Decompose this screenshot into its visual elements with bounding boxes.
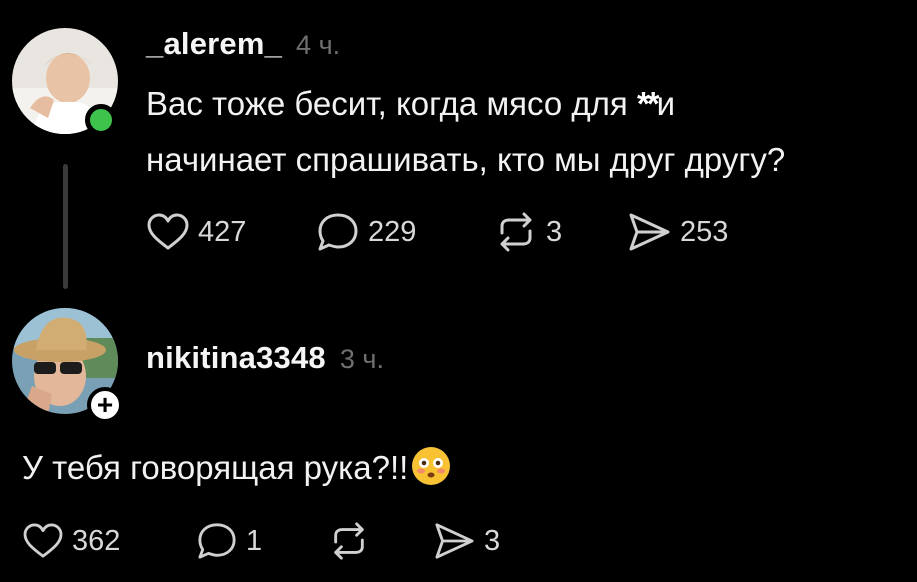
timestamp: 3 ч. xyxy=(339,344,384,374)
comment-text-line1: Вас тоже бесит, когда мясо для **и xyxy=(146,85,676,122)
share-count: 253 xyxy=(680,215,729,248)
flushed-face-emoji xyxy=(412,447,451,485)
comment-text: Вас тоже бесит, когда мясо для **и начин… xyxy=(146,76,911,188)
send-icon xyxy=(435,523,474,559)
timestamp: 4 ч. xyxy=(296,30,341,60)
repost-count: 3 xyxy=(546,215,563,248)
reply-count: 1 xyxy=(246,524,263,557)
share-button[interactable]: 253 xyxy=(626,211,728,253)
heart-icon xyxy=(147,213,189,250)
comment-header: _alerem_ 4 ч. xyxy=(146,26,340,62)
like-count: 427 xyxy=(198,215,247,248)
repost-icon xyxy=(500,212,532,252)
send-icon xyxy=(629,213,670,251)
thread-line xyxy=(63,164,68,289)
repost-button[interactable] xyxy=(328,521,370,561)
username[interactable]: nikitina3348 xyxy=(146,340,326,376)
online-status-indicator xyxy=(85,104,117,136)
username[interactable]: _alerem_ xyxy=(146,26,282,62)
heart-icon xyxy=(23,523,63,558)
like-button[interactable]: 362 xyxy=(22,523,120,559)
follow-plus-button[interactable]: + xyxy=(87,387,123,423)
reply-button[interactable]: 1 xyxy=(196,521,262,561)
repost-button[interactable]: 3 xyxy=(494,211,562,253)
reply-button[interactable]: 229 xyxy=(316,211,416,253)
comment-icon xyxy=(318,213,358,251)
censored-word: ** xyxy=(636,85,660,122)
share-count: 3 xyxy=(484,524,501,557)
repost-icon xyxy=(334,522,364,560)
share-button[interactable]: 3 xyxy=(432,521,500,561)
reply-count: 229 xyxy=(368,215,417,248)
like-button[interactable]: 427 xyxy=(146,213,246,251)
comment-icon xyxy=(198,523,236,559)
comment-text: У тебя говорящая рука?!! xyxy=(22,440,902,496)
comment-text-line2: начинает спрашивать, кто мы друг другу? xyxy=(146,141,786,178)
like-count: 362 xyxy=(72,524,121,557)
comment-header: nikitina3348 3 ч. xyxy=(146,340,384,376)
